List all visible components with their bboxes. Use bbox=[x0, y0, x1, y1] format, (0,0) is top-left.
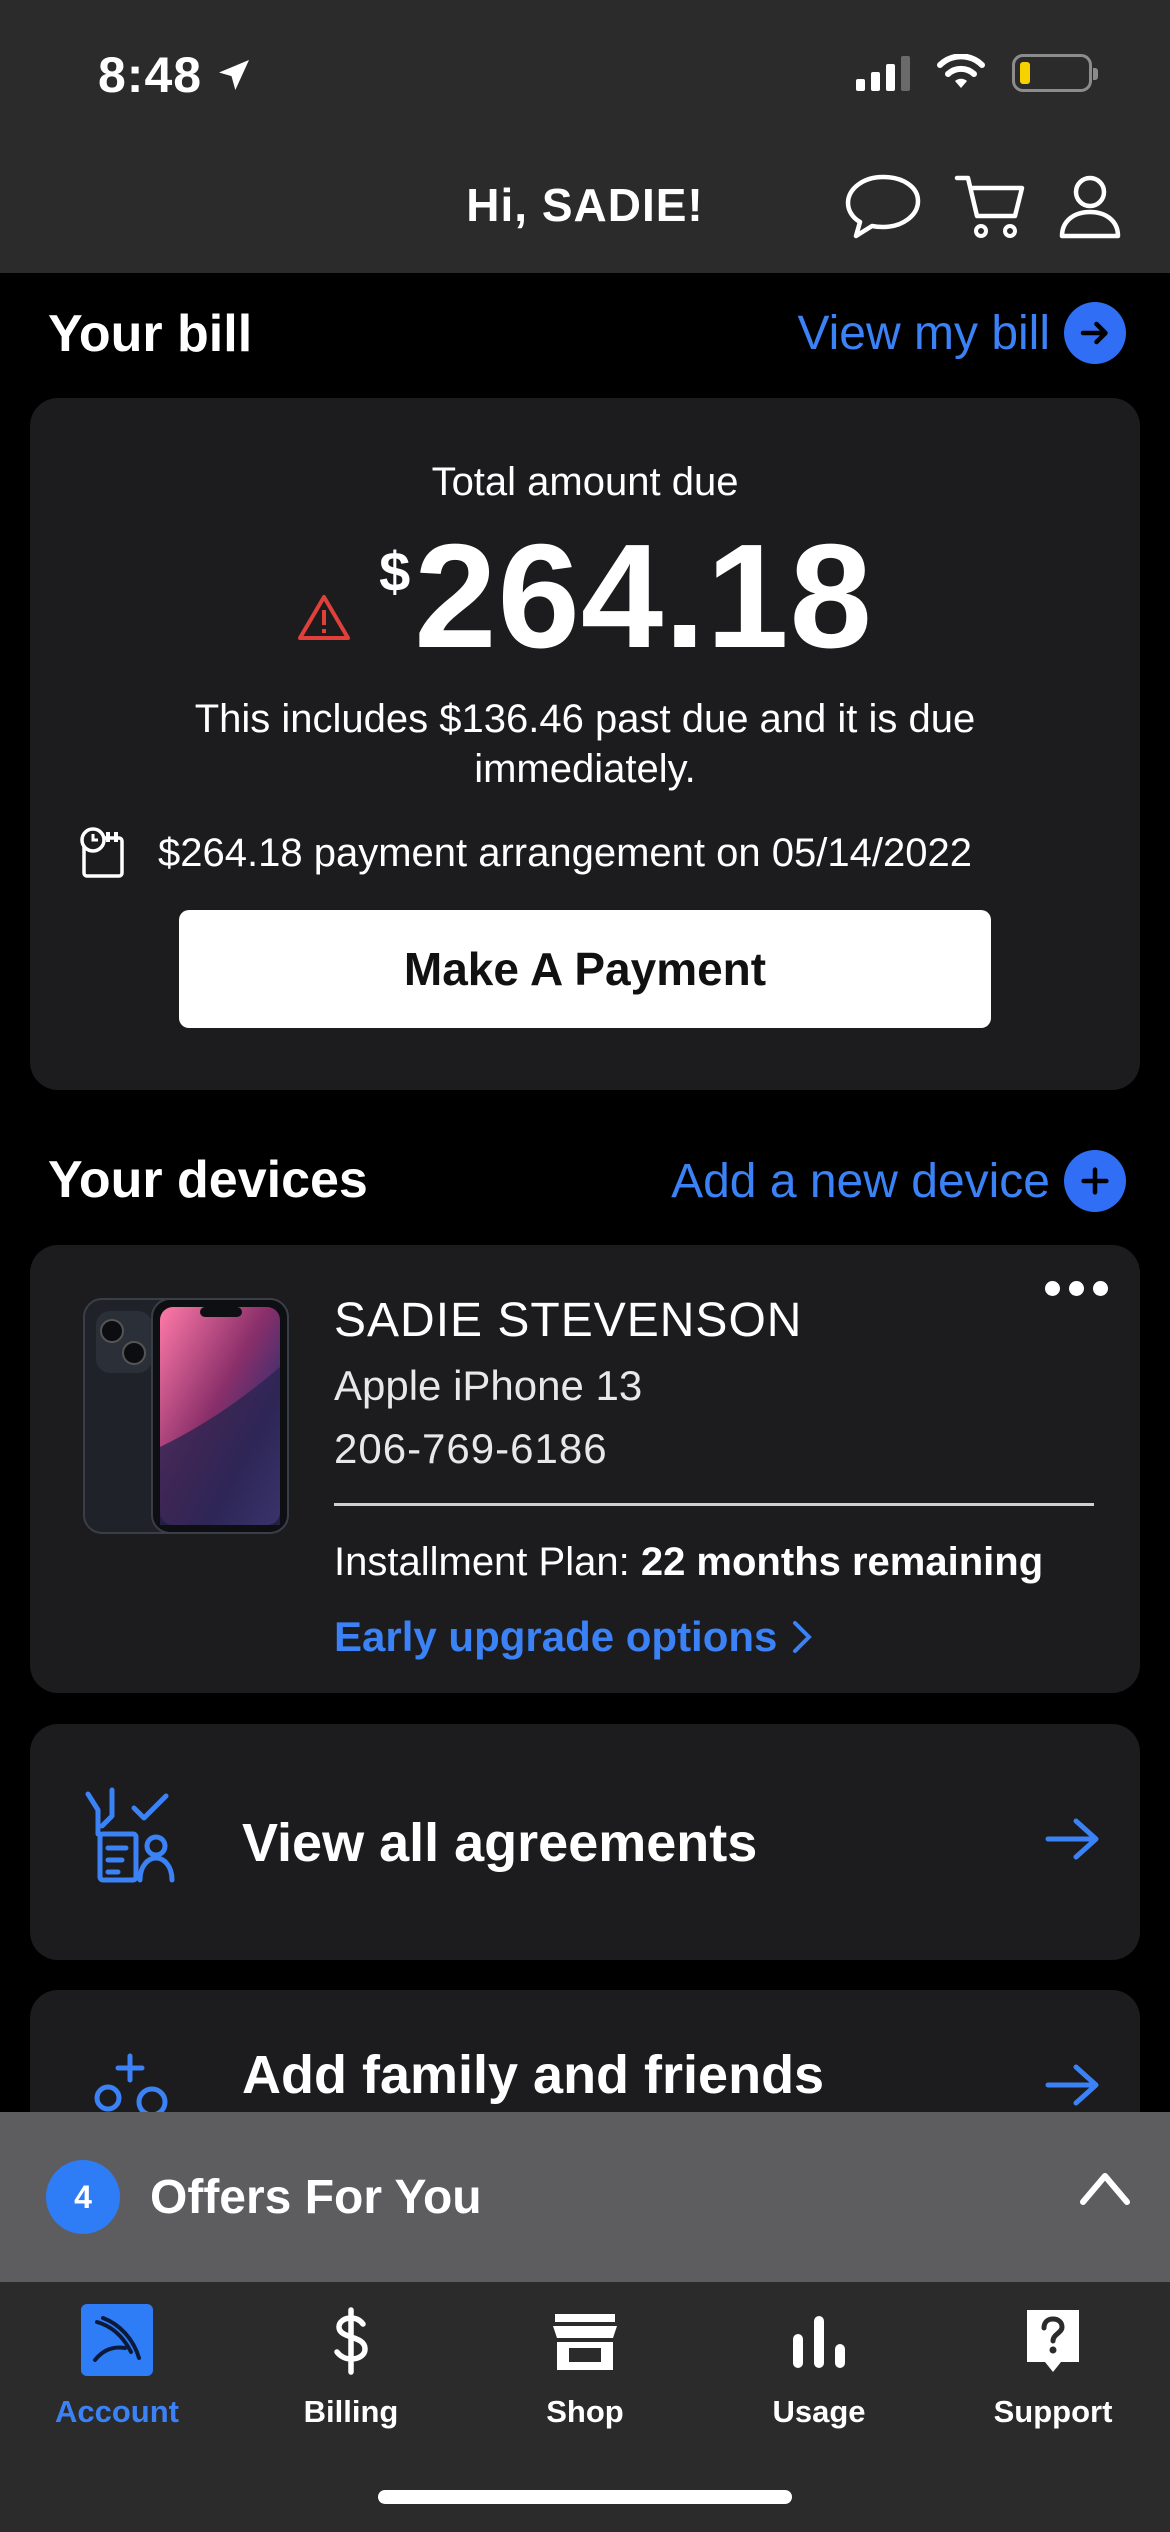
tab-account-label: Account bbox=[55, 2394, 179, 2429]
chat-icon[interactable] bbox=[844, 173, 922, 241]
total-amount-label: Total amount due bbox=[431, 460, 739, 504]
early-upgrade-link[interactable]: Early upgrade options bbox=[334, 1613, 813, 1661]
tab-support[interactable]: Support bbox=[936, 2304, 1170, 2430]
past-due-note: This includes $136.46 past due and it is… bbox=[194, 697, 976, 791]
dollar-icon bbox=[334, 2307, 368, 2375]
amount-value: 264.18 bbox=[414, 514, 873, 679]
view-my-bill-link[interactable]: View my bill bbox=[797, 302, 1126, 364]
tab-shop-label: Shop bbox=[546, 2394, 624, 2429]
view-my-bill-label: View my bill bbox=[797, 306, 1050, 360]
currency-symbol: $ bbox=[379, 540, 411, 603]
bill-section-title: Your bill bbox=[48, 305, 253, 363]
app-header: 8:48 Hi, SADIE! bbox=[0, 0, 1170, 273]
tab-support-label: Support bbox=[993, 2394, 1113, 2429]
device-card[interactable]: SADIE STEVENSON Apple iPhone 13 206-769-… bbox=[30, 1245, 1140, 1693]
cellular-signal-icon bbox=[856, 55, 910, 91]
tab-billing-label: Billing bbox=[303, 2394, 399, 2429]
home-indicator[interactable] bbox=[378, 2490, 792, 2504]
add-family-label: Add family and friends bbox=[242, 2045, 825, 2105]
view-agreements-label: View all agreements bbox=[242, 1813, 758, 1873]
plan-label: Installment Plan: bbox=[334, 1540, 630, 1584]
early-upgrade-label: Early upgrade options bbox=[334, 1613, 778, 1660]
device-model: Apple iPhone 13 bbox=[334, 1362, 643, 1409]
battery-icon bbox=[1012, 54, 1098, 92]
tab-account[interactable]: Account bbox=[0, 2304, 234, 2430]
location-arrow-icon bbox=[219, 60, 250, 90]
store-icon bbox=[553, 2314, 617, 2370]
plus-circle-icon bbox=[1064, 1150, 1126, 1212]
device-divider bbox=[334, 1503, 1094, 1506]
tab-usage-label: Usage bbox=[772, 2394, 866, 2429]
wifi-icon bbox=[937, 54, 985, 88]
total-amount: $ 264.18 bbox=[30, 523, 1140, 671]
make-payment-button[interactable]: Make A Payment bbox=[179, 910, 991, 1028]
device-phone-number: 206-769-6186 bbox=[334, 1425, 608, 1472]
status-indicators bbox=[856, 54, 1098, 92]
device-owner: SADIE STEVENSON bbox=[334, 1294, 803, 1347]
add-device-link[interactable]: Add a new device bbox=[671, 1150, 1126, 1212]
tab-usage[interactable]: Usage bbox=[702, 2304, 936, 2430]
iphone-image bbox=[83, 1298, 289, 1534]
arrow-right-icon bbox=[1045, 1818, 1099, 1860]
add-device-label: Add a new device bbox=[671, 1154, 1050, 1208]
sprint-logo-icon bbox=[81, 2304, 153, 2376]
chevron-up-icon[interactable] bbox=[1078, 2168, 1132, 2208]
help-icon bbox=[1027, 2310, 1079, 2372]
more-options-icon[interactable] bbox=[1045, 1281, 1108, 1296]
installment-plan: Installment Plan: 22 months remaining bbox=[334, 1540, 1043, 1585]
tab-billing[interactable]: Billing bbox=[234, 2304, 468, 2430]
plan-value: 22 months remaining bbox=[640, 1540, 1044, 1584]
offers-count-badge: 4 bbox=[46, 2160, 120, 2234]
cart-icon[interactable] bbox=[954, 172, 1026, 242]
status-time-text: 8:48 bbox=[98, 47, 203, 103]
arrow-right-icon bbox=[1045, 2064, 1099, 2106]
agreement-checklist-icon bbox=[85, 1787, 175, 1883]
warning-icon bbox=[298, 595, 351, 640]
profile-icon[interactable] bbox=[1058, 174, 1122, 240]
bar-chart-icon bbox=[793, 2316, 845, 2368]
offers-label: Offers For You bbox=[150, 2170, 482, 2224]
status-time: 8:48 bbox=[98, 46, 254, 104]
chevron-right-icon bbox=[793, 1621, 813, 1653]
arrangement-text: $264.18 payment arrangement on 05/14/202… bbox=[158, 830, 972, 875]
tab-shop[interactable]: Shop bbox=[468, 2304, 702, 2430]
devices-section-title: Your devices bbox=[48, 1151, 368, 1209]
bill-card: Total amount due $ 264.18 This includes … bbox=[30, 398, 1140, 1090]
calendar-clock-icon bbox=[80, 827, 124, 878]
payment-arrangement: $264.18 payment arrangement on 05/14/202… bbox=[78, 826, 972, 880]
view-agreements-card[interactable]: View all agreements bbox=[30, 1724, 1140, 1960]
arrow-right-circle-icon bbox=[1064, 302, 1126, 364]
offers-banner[interactable]: 4 Offers For You bbox=[0, 2112, 1170, 2282]
